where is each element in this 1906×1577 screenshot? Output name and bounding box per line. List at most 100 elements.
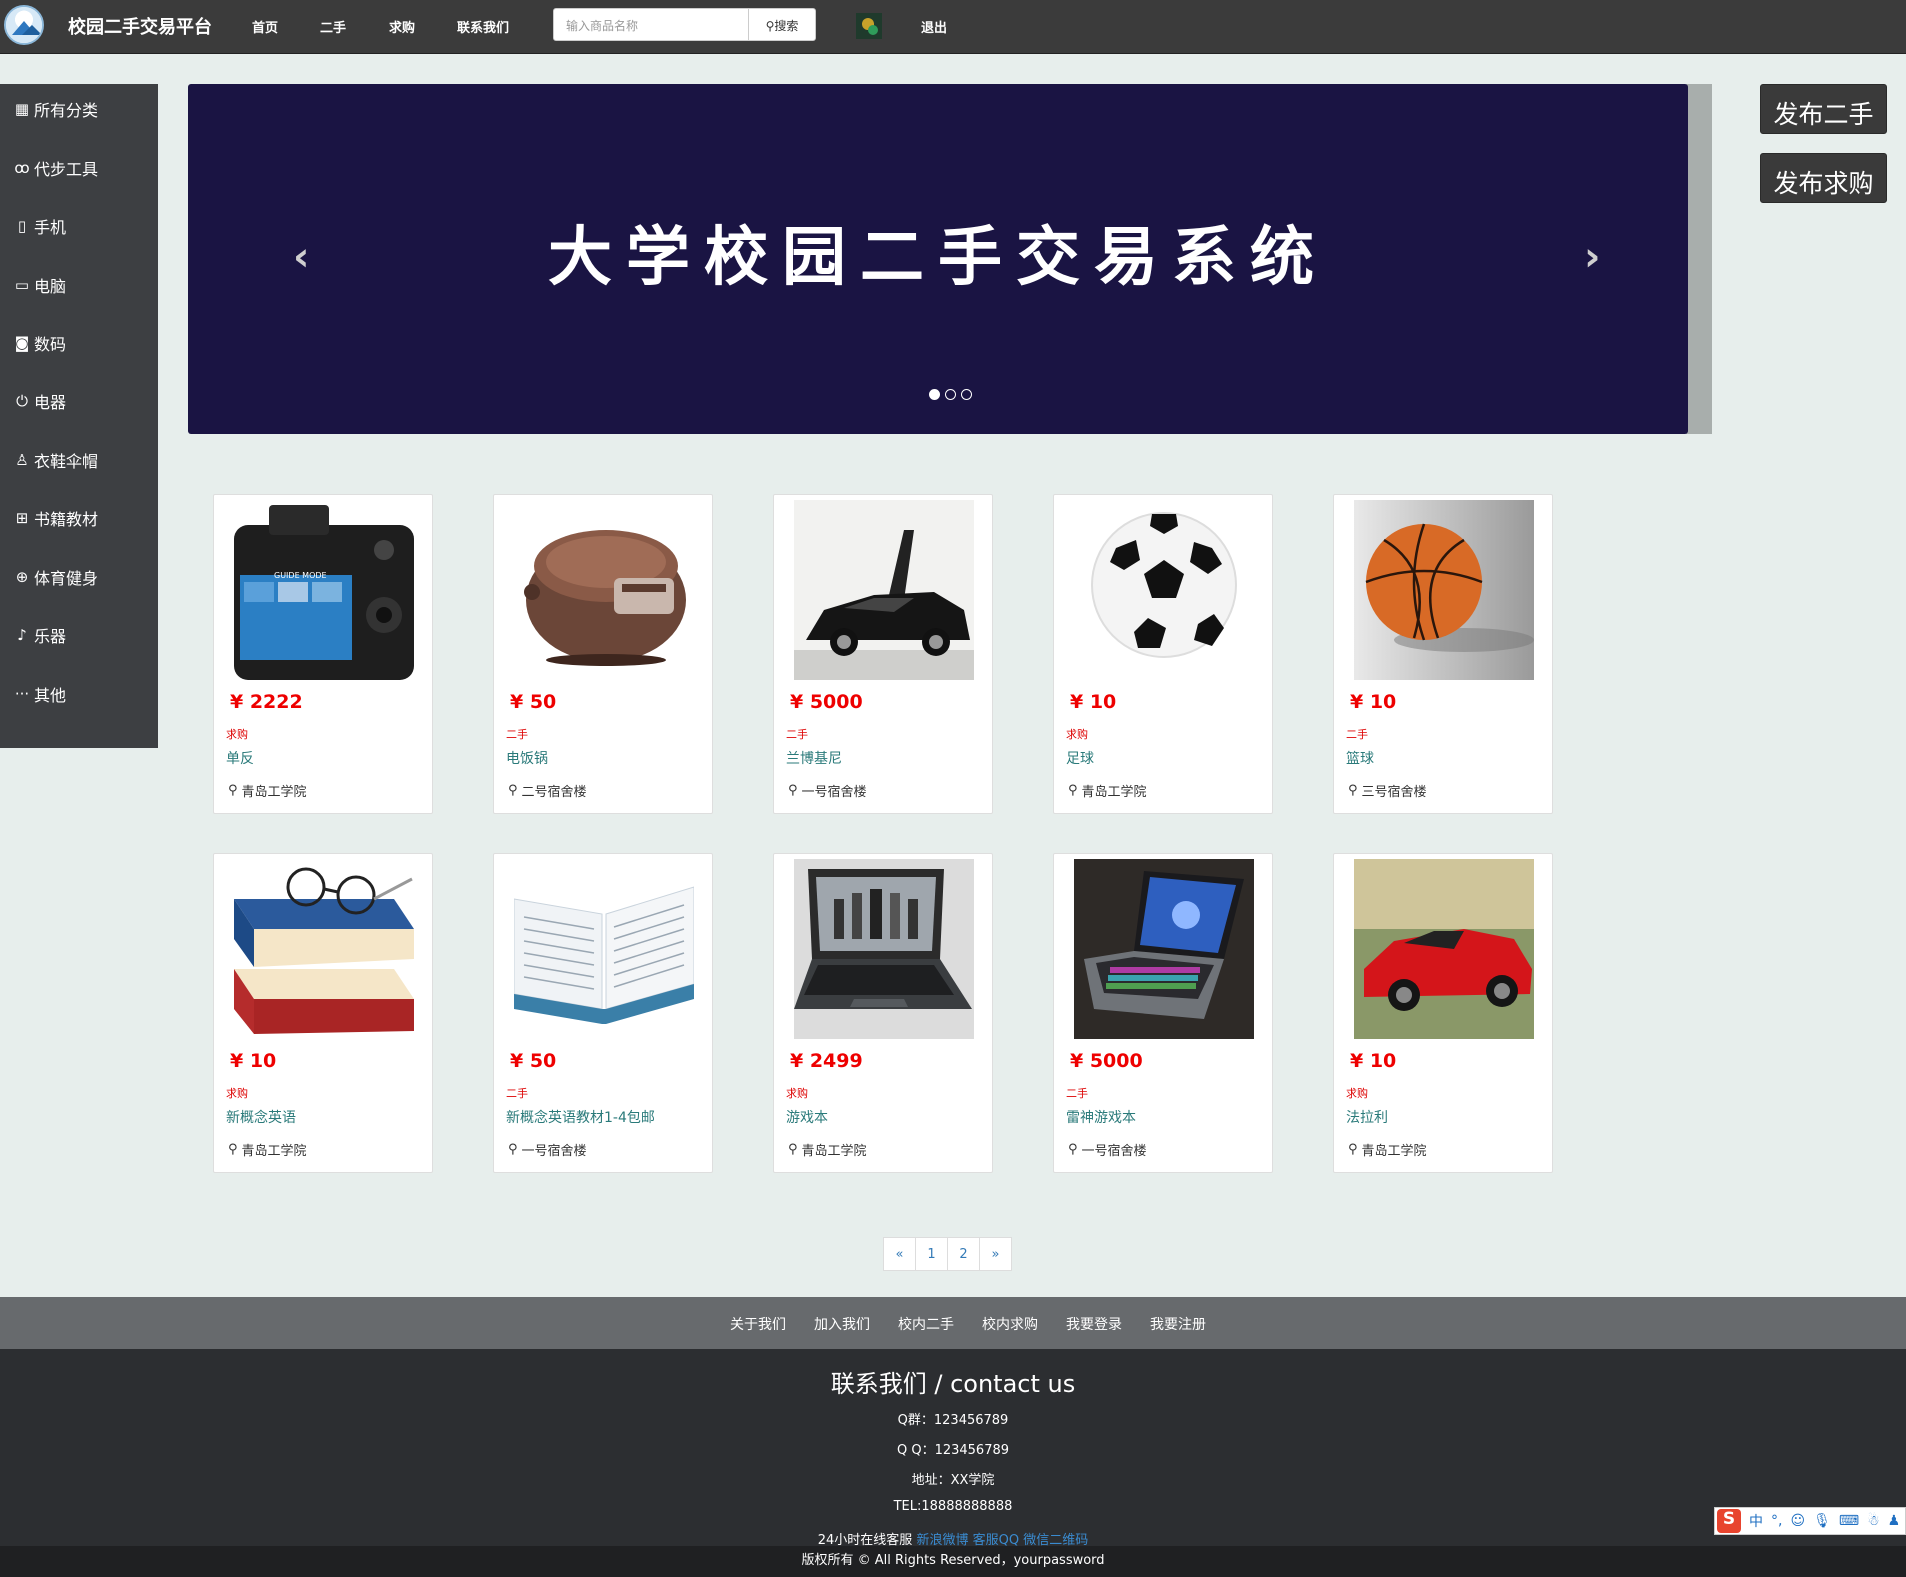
sidebar-item-sports[interactable]: ⊕ 体育健身 bbox=[12, 564, 98, 590]
brand-title[interactable]: 校园二手交易平台 bbox=[68, 13, 212, 39]
product-image-open-book[interactable] bbox=[514, 859, 694, 1039]
carousel-prev-arrow-icon[interactable]: ‹ bbox=[293, 234, 309, 280]
sogou-logo-icon[interactable]: S bbox=[1717, 1509, 1741, 1533]
ime-toolbar[interactable]: S 中 °, ☺ 🎙 ⌨ ☃ ♟ bbox=[1714, 1507, 1906, 1535]
sidebar-item-label: 体育健身 bbox=[34, 569, 99, 588]
product-card[interactable]: ¥ 50 二手 电饭锅 ⚲ 二号宿舍楼 bbox=[493, 494, 713, 814]
product-name[interactable]: 篮球 bbox=[1346, 748, 1374, 768]
carousel-next-slide-edge bbox=[1686, 84, 1712, 434]
sidebar-item-other[interactable]: ··· 其他 bbox=[12, 681, 66, 707]
sidebar-item-books[interactable]: ⊞ 书籍教材 bbox=[12, 505, 98, 531]
footer-link-login[interactable]: 我要登录 bbox=[1066, 1314, 1122, 1334]
sidebar-item-clothing[interactable]: ♙ 衣鞋伞帽 bbox=[12, 447, 98, 473]
sidebar-item-computer[interactable]: ▭ 电脑 bbox=[12, 272, 66, 298]
page-2-button[interactable]: 2 bbox=[947, 1237, 980, 1271]
carousel-indicator[interactable] bbox=[961, 389, 972, 400]
search-input[interactable]: 输入商品名称 bbox=[553, 8, 749, 41]
product-card[interactable]: ¥ 10 求购 法拉利 ⚲ 青岛工学院 bbox=[1333, 853, 1553, 1173]
map-pin-icon: ⚲ bbox=[1068, 1142, 1078, 1157]
product-card[interactable]: ¥ 10 二手 篮球 ⚲ 三号宿舍楼 bbox=[1333, 494, 1553, 814]
carousel-title: 大学校园二手交易系统 bbox=[548, 221, 1328, 295]
product-location: ⚲ 一号宿舍楼 bbox=[788, 781, 867, 800]
footer-link-register[interactable]: 我要注册 bbox=[1150, 1314, 1206, 1334]
map-pin-icon: ⚲ bbox=[228, 783, 238, 798]
footer-link-secondhand[interactable]: 校内二手 bbox=[898, 1314, 954, 1334]
sidebar-item-transport[interactable]: ꝏ 代步工具 bbox=[12, 155, 98, 181]
dots-icon: ··· bbox=[14, 685, 30, 703]
product-card[interactable]: ¥ 10 求购 新概念英语 ⚲ 青岛工学院 bbox=[213, 853, 433, 1173]
page-next-button[interactable]: » bbox=[979, 1237, 1012, 1271]
product-image-thunderobot-laptop[interactable] bbox=[1074, 859, 1254, 1039]
nav-secondhand[interactable]: 二手 bbox=[320, 17, 346, 36]
map-pin-icon: ⚲ bbox=[1348, 783, 1358, 798]
product-image-lamborghini[interactable] bbox=[794, 500, 974, 680]
plug-icon: ⏻ bbox=[16, 392, 28, 410]
product-card[interactable]: GUIDE MODE ¥ 2222 求购 单反 ⚲ 青岛工学院 bbox=[213, 494, 433, 814]
product-name[interactable]: 单反 bbox=[226, 748, 254, 768]
sidebar-item-all[interactable]: ▦ 所有分类 bbox=[12, 96, 98, 122]
ime-punctuation-icon[interactable]: °, bbox=[1771, 1513, 1782, 1529]
guitar-icon: ♪ bbox=[17, 626, 27, 644]
product-name[interactable]: 新概念英语教材1-4包邮 bbox=[506, 1107, 655, 1127]
product-card[interactable]: ¥ 2499 求购 游戏本 ⚲ 青岛工学院 bbox=[773, 853, 993, 1173]
carousel-next-arrow-icon[interactable]: › bbox=[1584, 234, 1600, 280]
product-image-soccer-ball[interactable] bbox=[1074, 500, 1254, 680]
sidebar-item-appliance[interactable]: ⏻ 电器 bbox=[12, 388, 66, 414]
footer-weibo-link[interactable]: 新浪微博 bbox=[916, 1533, 968, 1548]
product-name[interactable]: 雷神游戏本 bbox=[1066, 1107, 1136, 1127]
nav-home[interactable]: 首页 bbox=[252, 17, 278, 36]
publish-secondhand-button[interactable]: 发布二手 bbox=[1760, 84, 1887, 134]
product-image-rice-cooker[interactable] bbox=[514, 500, 694, 680]
footer-wechat-link[interactable]: 微信二维码 bbox=[1023, 1533, 1088, 1548]
logout-link[interactable]: 退出 bbox=[921, 17, 947, 36]
product-price: ¥ 10 bbox=[1070, 691, 1117, 713]
product-card[interactable]: ¥ 50 二手 新概念英语教材1-4包邮 ⚲ 一号宿舍楼 bbox=[493, 853, 713, 1173]
product-name[interactable]: 法拉利 bbox=[1346, 1107, 1388, 1127]
ime-keyboard-icon[interactable]: ⌨ bbox=[1839, 1513, 1859, 1529]
top-navbar: 校园二手交易平台 首页 二手 求购 联系我们 输入商品名称 ⚲搜索 退出 bbox=[0, 0, 1906, 54]
product-name[interactable]: 兰博基尼 bbox=[786, 748, 842, 768]
page-1-button[interactable]: 1 bbox=[915, 1237, 948, 1271]
sidebar-item-label: 其他 bbox=[34, 686, 67, 705]
footer-link-about[interactable]: 关于我们 bbox=[730, 1314, 786, 1334]
carousel-indicator[interactable] bbox=[945, 389, 956, 400]
product-card[interactable]: ¥ 5000 二手 雷神游戏本 ⚲ 一号宿舍楼 bbox=[1053, 853, 1273, 1173]
product-name[interactable]: 足球 bbox=[1066, 748, 1094, 768]
map-pin-icon: ⚲ bbox=[508, 1142, 518, 1157]
product-card[interactable]: ¥ 5000 二手 兰博基尼 ⚲ 一号宿舍楼 bbox=[773, 494, 993, 814]
footer-link-join[interactable]: 加入我们 bbox=[814, 1314, 870, 1334]
product-image-gaming-laptop[interactable] bbox=[794, 859, 974, 1039]
banner-carousel[interactable]: 大学校园二手交易系统 ‹ › bbox=[188, 84, 1688, 434]
camera-icon: ◙ bbox=[14, 334, 30, 352]
nav-wanted[interactable]: 求购 bbox=[389, 17, 415, 36]
carousel-indicator[interactable] bbox=[929, 389, 940, 400]
footer-qq-link[interactable]: 客服QQ bbox=[973, 1533, 1019, 1548]
footer-copyright: 版权所有 © All Rights Reserved，yourpassword bbox=[801, 1553, 1105, 1568]
product-location-text: 三号宿舍楼 bbox=[1361, 785, 1427, 800]
user-avatar[interactable] bbox=[856, 13, 882, 39]
ime-skin-icon[interactable]: ♟ bbox=[1888, 1513, 1901, 1529]
ime-language-toggle[interactable]: 中 bbox=[1749, 1511, 1763, 1531]
product-type-tag: 求购 bbox=[786, 1087, 808, 1100]
product-image-basketball[interactable] bbox=[1354, 500, 1534, 680]
ime-emoji-icon[interactable]: ☺ bbox=[1790, 1513, 1805, 1529]
ime-user-icon[interactable]: ☃ bbox=[1867, 1513, 1880, 1529]
publish-wanted-button[interactable]: 发布求购 bbox=[1760, 153, 1887, 203]
product-name[interactable]: 电饭锅 bbox=[506, 748, 548, 768]
sidebar-item-digital[interactable]: ◙ 数码 bbox=[12, 330, 66, 356]
product-image-ferrari[interactable] bbox=[1354, 859, 1534, 1039]
sidebar-item-phone[interactable]: ▯ 手机 bbox=[12, 213, 66, 239]
sidebar-item-instruments[interactable]: ♪ 乐器 bbox=[12, 622, 66, 648]
product-image-books-glasses[interactable] bbox=[234, 859, 414, 1039]
nav-contact[interactable]: 联系我们 bbox=[457, 17, 509, 36]
footer-link-wanted[interactable]: 校内求购 bbox=[982, 1314, 1038, 1334]
search-button[interactable]: ⚲搜索 bbox=[748, 8, 816, 41]
product-card[interactable]: ¥ 10 求购 足球 ⚲ 青岛工学院 bbox=[1053, 494, 1273, 814]
ime-voice-icon[interactable]: 🎙 bbox=[1813, 1513, 1831, 1529]
product-name[interactable]: 新概念英语 bbox=[226, 1107, 296, 1127]
footer-service-label: 24小时在线客服 bbox=[817, 1533, 913, 1548]
product-image-camera[interactable]: GUIDE MODE bbox=[234, 500, 414, 680]
site-logo[interactable] bbox=[4, 5, 44, 45]
product-name[interactable]: 游戏本 bbox=[786, 1107, 828, 1127]
page-prev-button[interactable]: « bbox=[883, 1237, 916, 1271]
